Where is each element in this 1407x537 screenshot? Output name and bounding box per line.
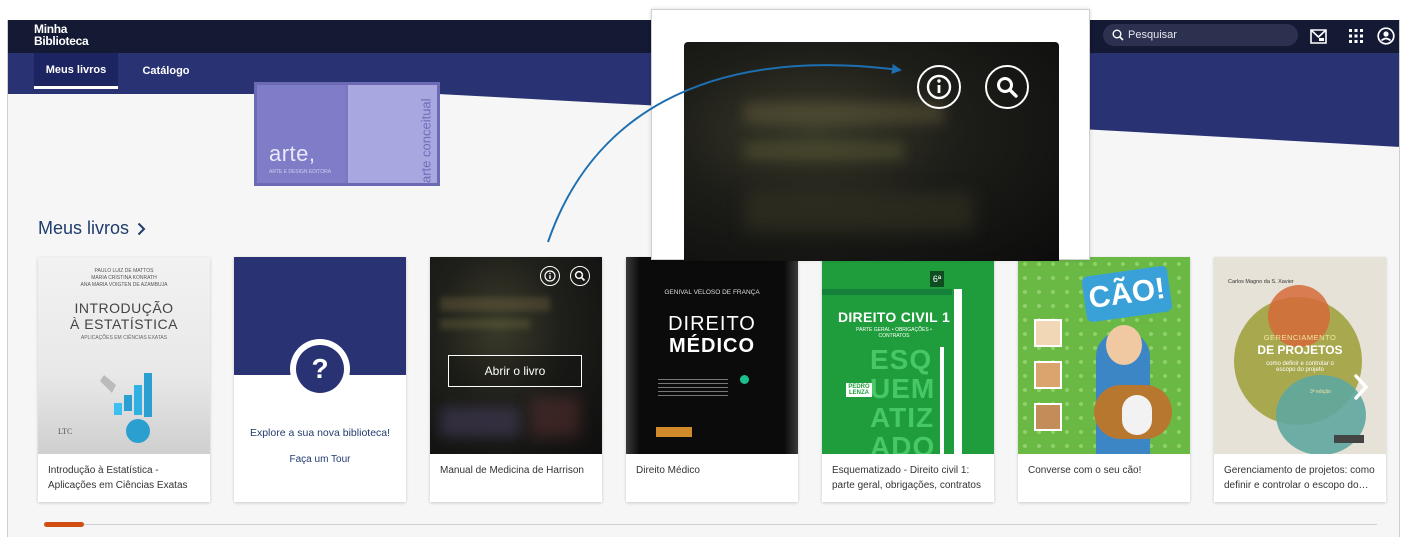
cover-subtitle: APLICAÇÕES EM CIÊNCIAS EXATAS: [80, 335, 168, 341]
book-card-cao[interactable]: CÃO! Converse com o seu cão!: [1018, 257, 1190, 502]
brand-logo[interactable]: Minha Biblioteca: [34, 23, 89, 48]
search-input[interactable]: [1128, 29, 1288, 41]
section-title[interactable]: Meus livros: [38, 218, 146, 239]
book-title[interactable]: Manual de Medicina de Harrison: [440, 463, 596, 478]
carousel-scroll-thumb[interactable]: [44, 522, 84, 527]
arte-banner-left: arte, ARTE E DESIGN EDITORA: [257, 85, 345, 183]
arte-banner[interactable]: arte, ARTE E DESIGN EDITORA arte conceit…: [254, 82, 440, 186]
book-cover[interactable]: Carlos Magno da S. Xavier GERENCIAMENTO …: [1214, 257, 1386, 454]
reader-icon[interactable]: [1308, 26, 1328, 46]
apps-grid-icon[interactable]: [1346, 26, 1366, 46]
book-cover[interactable]: GENIVAL VELOSO DE FRANÇA DIREITO MÉDICO: [626, 257, 798, 454]
brand-line-2: Biblioteca: [34, 34, 89, 48]
tab-catalogo[interactable]: Catálogo: [126, 53, 206, 89]
cover-title-2: DE PROJETOS: [1257, 343, 1343, 357]
cover-footer-orange: [656, 427, 692, 437]
cover-text-block: [658, 379, 728, 399]
cover-thumb-3: [1034, 403, 1062, 431]
explore-text: Explore a sua nova biblioteca!: [249, 427, 391, 439]
chevron-right-icon: [1354, 374, 1368, 400]
search-icon: [574, 270, 586, 282]
cover-author: Carlos Magno da S. Xavier: [1228, 279, 1294, 285]
section-title-label: Meus livros: [38, 218, 130, 238]
tour-link[interactable]: Faça um Tour: [234, 454, 406, 465]
book-card-direito-medico[interactable]: GENIVAL VELOSO DE FRANÇA DIREITO MÉDICO …: [626, 257, 798, 502]
book-title-text: Esquematizado - Direito civil 1: parte g…: [832, 465, 981, 491]
cover-top-strip: [822, 289, 952, 295]
cover-author: GENIVAL VELOSO DE FRANÇA: [664, 289, 760, 296]
cover-author-1: PAULO LUIZ DE MATTOS: [94, 268, 154, 274]
book-card-estatistica[interactable]: PAULO LUIZ DE MATTOS MARIA CRISTINA KONR…: [38, 257, 210, 502]
zoom-blur-3: [744, 192, 974, 232]
info-button[interactable]: [540, 266, 560, 286]
chevron-right-icon: [137, 222, 146, 235]
cover-title-1: INTRODUÇÃO: [74, 300, 174, 316]
cover-subtitle: como definir e controlar o escopo do pro…: [1266, 361, 1334, 373]
preview-button[interactable]: [570, 266, 590, 286]
cover-publisher: LTC: [58, 427, 73, 436]
cover-title: DIREITO CIVIL 1: [837, 309, 951, 325]
cover-boy-face: [1106, 325, 1142, 365]
book-cover[interactable]: PAULO LUIZ DE MATTOS MARIA CRISTINA KONR…: [38, 257, 210, 454]
cover-blur-1: [440, 297, 550, 311]
help-icon: ?: [290, 339, 350, 399]
book-title-text: Gerenciamento de projetos: como definir …: [1224, 465, 1375, 491]
cover-author-2: MARIA CRISTINA KONRATH: [91, 275, 157, 281]
book-cover[interactable]: 6ª DIREITO CIVIL 1 PARTE GERAL • OBRIGAÇ…: [822, 257, 994, 454]
book-card-harrison[interactable]: Abrir o livro Manual de Medicina de Harr…: [430, 257, 602, 502]
search-box[interactable]: [1103, 24, 1298, 46]
book-card-esquematizado[interactable]: 6ª DIREITO CIVIL 1 PARTE GERAL • OBRIGAÇ…: [822, 257, 994, 502]
carousel-next-button[interactable]: [1348, 367, 1374, 407]
explore-card[interactable]: ? Explore a sua nova biblioteca! Faça um…: [234, 257, 406, 502]
zoom-blur-1: [744, 102, 944, 124]
cover-thumb-1: [1034, 319, 1062, 347]
carousel-scroll-track[interactable]: [44, 524, 1377, 525]
cover-subtitle: PARTE GERAL • OBRIGAÇÕES • CONTRATOS: [856, 327, 932, 339]
cover-bar: [954, 289, 962, 454]
zoom-cover: [684, 42, 1059, 261]
arte-sub: ARTE E DESIGN EDITORA: [269, 169, 332, 175]
book-title[interactable]: Converse com o seu cão!: [1028, 463, 1184, 478]
cover-bar-2: [940, 347, 944, 454]
cover-blur-3: [440, 407, 520, 437]
cover-title-2: MÉDICO: [669, 335, 755, 357]
zoom-callout: [651, 9, 1090, 261]
arte-vertical-title: arte conceitual: [418, 98, 434, 183]
zoom-info-button: [917, 65, 961, 109]
cover-author: PEDRO LENZA: [846, 383, 872, 397]
cover-author-3: ANA MARIA VOIGTEN DE AZAMBUJA: [80, 282, 168, 288]
cover-word: ESQUEMATIZADO: [870, 344, 936, 454]
cover-thumb-2: [1034, 361, 1062, 389]
zoom-search-button: [985, 65, 1029, 109]
book-title[interactable]: Esquematizado - Direito civil 1: parte g…: [832, 463, 988, 493]
book-cover[interactable]: CÃO!: [1018, 257, 1190, 454]
cover-illustration: [100, 373, 152, 443]
book-cover[interactable]: Abrir o livro: [430, 257, 602, 454]
book-title[interactable]: Introdução à Estatística - Aplicações em…: [48, 463, 204, 493]
search-icon: [997, 77, 1018, 98]
book-title[interactable]: Gerenciamento de projetos: como definir …: [1224, 463, 1380, 493]
cover-title-1: GERENCIAMENTO: [1263, 333, 1337, 342]
cover-dog-white: [1122, 395, 1152, 435]
cover-edition: 3ª edição: [1310, 389, 1331, 395]
book-title[interactable]: Direito Médico: [636, 463, 792, 478]
cover-edition: 6ª: [930, 271, 944, 287]
zoom-blur-2: [744, 142, 904, 160]
info-icon: [926, 74, 952, 100]
tab-meus-livros[interactable]: Meus livros: [34, 53, 118, 89]
arte-wordmark: arte,: [269, 141, 316, 166]
cover-blur-2: [440, 319, 530, 329]
open-book-button[interactable]: Abrir o livro: [448, 355, 582, 387]
cover-green-dot: [740, 375, 749, 384]
cover-title-2: À ESTATÍSTICA: [70, 316, 178, 332]
search-icon: [1112, 29, 1124, 41]
info-icon: [544, 270, 556, 282]
account-icon[interactable]: [1376, 26, 1396, 46]
cover-publisher-strip: [1334, 435, 1364, 443]
cover-blur-4: [530, 397, 580, 437]
help-icon-symbol: ?: [296, 345, 344, 393]
cover-title-1: DIREITO: [668, 313, 756, 335]
